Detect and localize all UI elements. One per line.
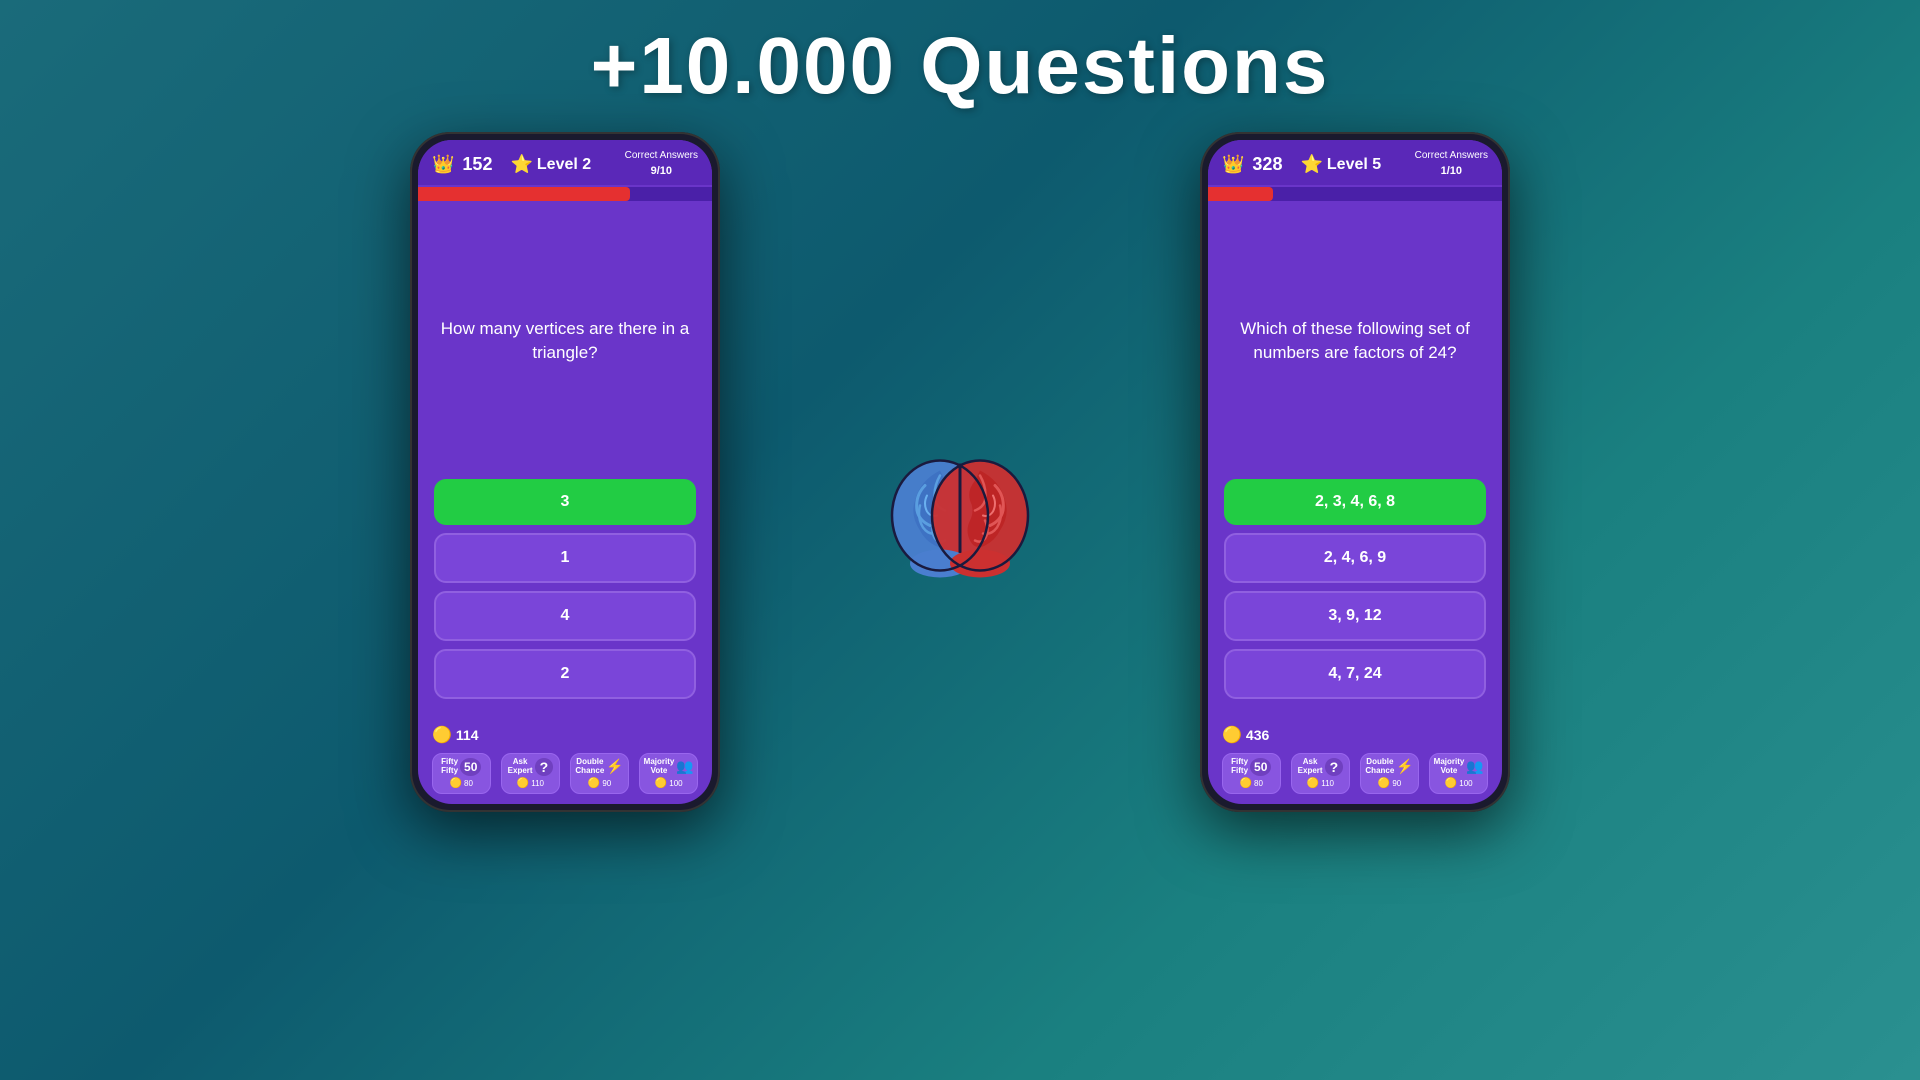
phone-2-status-bar: 👑 328 ⭐ Level 5 Correct Answers 1/10: [1208, 140, 1502, 185]
phone-1-screen: 👑 152 ⭐ Level 2 Correct Answers 9/10 How…: [418, 140, 712, 804]
crown-icon-2: 👑: [1222, 154, 1244, 175]
phone-1-answer-4[interactable]: 2: [434, 649, 696, 699]
phone-2-fifty-fifty[interactable]: FiftyFifty 50 🟡 80: [1222, 753, 1281, 794]
phone-1-answer-2[interactable]: 1: [434, 533, 696, 583]
phone-2-screen: 👑 328 ⭐ Level 5 Correct Answers 1/10 Whi…: [1208, 140, 1502, 804]
level-crown-icon-1: ⭐: [510, 154, 532, 175]
phone-1-progress-bar: [418, 187, 712, 201]
phone-2-coins: 436: [1246, 727, 1269, 743]
phone-2-correct-value: 1/10: [1441, 165, 1462, 177]
phone-1-status-bar: 👑 152 ⭐ Level 2 Correct Answers 9/10: [418, 140, 712, 185]
phone-1-question-area: How many vertices are there in a triangl…: [418, 203, 712, 719]
phone-2-bottom: 🟡 436 FiftyFifty 50 🟡 80: [1208, 719, 1502, 804]
phone-1-majority-vote[interactable]: MajorityVote 👥 🟡 100: [639, 753, 698, 794]
phone-1-fifty-fifty[interactable]: FiftyFifty 50 🟡 80: [432, 753, 491, 794]
phone-1-level-badge: ⭐ Level 2: [510, 154, 591, 175]
phone-1-correct-label: Correct Answers: [625, 150, 698, 161]
phone-2: 👑 328 ⭐ Level 5 Correct Answers 1/10 Whi…: [1200, 132, 1510, 812]
phone-1-question: How many vertices are there in a triangl…: [434, 223, 696, 459]
phone-1-double-chance[interactable]: DoubleChance ⚡ 🟡 90: [570, 753, 629, 794]
phone-2-progress-fill: [1208, 187, 1273, 201]
phone-2-answers: 2, 3, 4, 6, 8 2, 4, 6, 9 3, 9, 12 4, 7, …: [1224, 479, 1486, 699]
phone-2-question-area: Which of these following set of numbers …: [1208, 203, 1502, 719]
coin-icon-1: 🟡: [432, 725, 452, 745]
phone-1-correct-answers: Correct Answers 9/10: [625, 150, 698, 179]
phone-2-lifelines: FiftyFifty 50 🟡 80 AskExpert ?: [1222, 753, 1488, 794]
phone-2-answer-3[interactable]: 3, 9, 12: [1224, 591, 1486, 641]
coin-icon-2: 🟡: [1222, 725, 1242, 745]
brain-logo: [885, 446, 1035, 591]
phone-2-answer-2[interactable]: 2, 4, 6, 9: [1224, 533, 1486, 583]
phone-2-level: Level 5: [1327, 156, 1381, 174]
phone-1-score: 152: [462, 154, 492, 175]
phone-2-correct-label: Correct Answers: [1415, 150, 1488, 161]
page-title: +10.000 Questions: [0, 0, 1920, 112]
phone-1-answers: 3 1 4 2: [434, 479, 696, 699]
phone-1-correct-value: 9/10: [651, 165, 672, 177]
phone-2-score: 328: [1252, 154, 1282, 175]
phone-2-answer-4[interactable]: 4, 7, 24: [1224, 649, 1486, 699]
phone-2-ask-expert[interactable]: AskExpert ? 🟡 110: [1291, 753, 1350, 794]
phone-2-correct-answers: Correct Answers 1/10: [1415, 150, 1488, 179]
phone-1-ask-expert[interactable]: AskExpert ? 🟡 110: [501, 753, 560, 794]
phone-1-progress-fill: [418, 187, 630, 201]
phone-1-answer-3[interactable]: 4: [434, 591, 696, 641]
phone-2-level-badge: ⭐ Level 5: [1300, 154, 1381, 175]
phone-2-majority-vote[interactable]: MajorityVote 👥 🟡 100: [1429, 753, 1488, 794]
phone-1-level: Level 2: [537, 156, 591, 174]
phone-2-double-chance[interactable]: DoubleChance ⚡ 🟡 90: [1360, 753, 1419, 794]
phone-1-coins: 114: [456, 727, 479, 743]
phone-2-coins-row: 🟡 436: [1222, 725, 1488, 745]
phone-1: 👑 152 ⭐ Level 2 Correct Answers 9/10 How…: [410, 132, 720, 812]
phone-2-answer-1[interactable]: 2, 3, 4, 6, 8: [1224, 479, 1486, 525]
phone-2-progress-bar: [1208, 187, 1502, 201]
phone-1-coins-row: 🟡 114: [432, 725, 698, 745]
level-crown-icon-2: ⭐: [1300, 154, 1322, 175]
phone-2-question: Which of these following set of numbers …: [1224, 223, 1486, 459]
crown-icon-1: 👑: [432, 154, 454, 175]
phone-1-bottom: 🟡 114 FiftyFifty 50 🟡 80: [418, 719, 712, 804]
phone-1-answer-1[interactable]: 3: [434, 479, 696, 525]
phone-1-lifelines: FiftyFifty 50 🟡 80 AskExpert ?: [432, 753, 698, 794]
